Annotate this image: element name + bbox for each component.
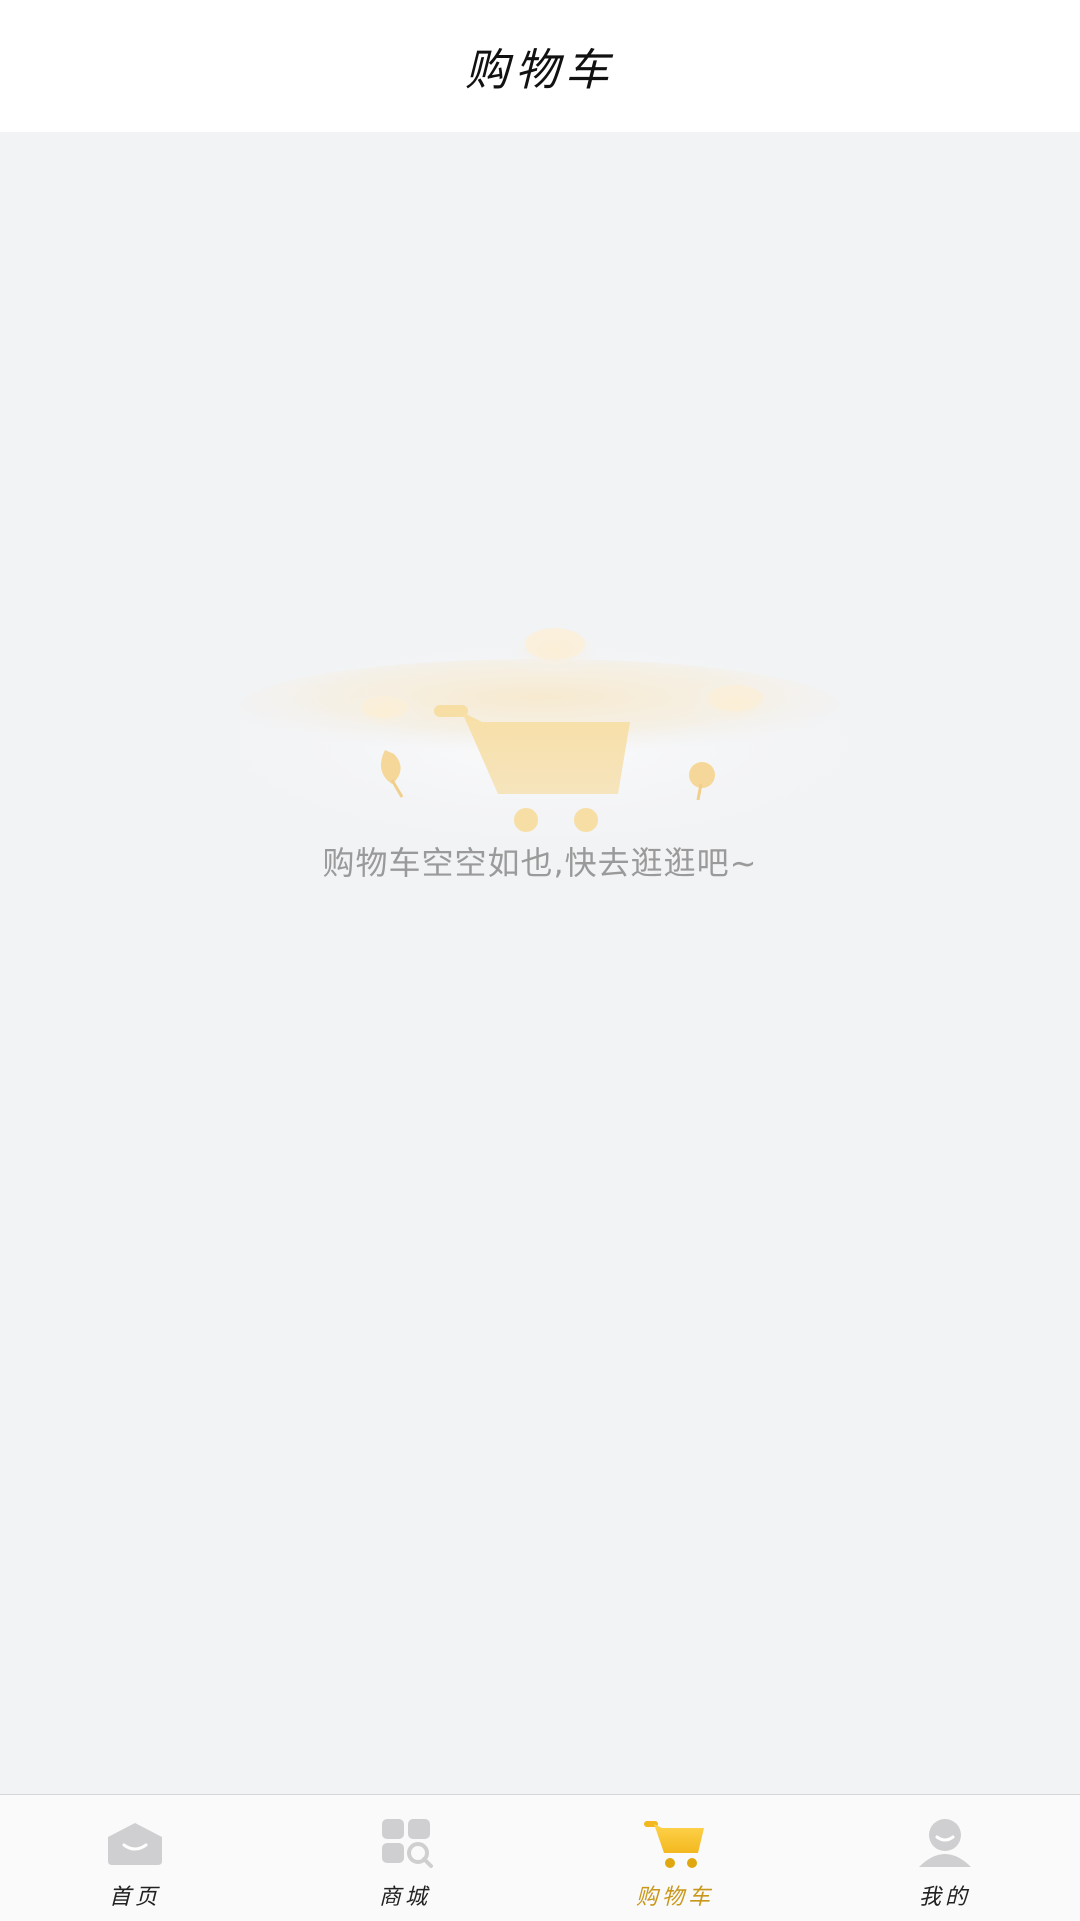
top-header: 购物车	[0, 0, 1080, 132]
bottom-tab-bar: 首页 商城 购物车 我的	[0, 1794, 1080, 1921]
tab-label: 首页	[108, 1885, 161, 1910]
tab-label: 我的	[918, 1885, 971, 1910]
cloud-icon	[507, 624, 603, 676]
cart-content[interactable]: 购物车空空如也,快去逛逛吧~	[0, 132, 1080, 1794]
tab-label: 商城	[378, 1885, 431, 1910]
cloud-icon	[345, 692, 425, 732]
app-root: 购物车 购物车空空如也,快去逛逛吧~ 首页 商城 购物车 我的	[0, 0, 1080, 1921]
tab-profile[interactable]: 我的	[810, 1795, 1080, 1921]
cloud-icon	[689, 680, 781, 728]
tab-mall[interactable]: 商城	[270, 1795, 540, 1921]
cart-icon	[644, 1821, 704, 1868]
profile-icon	[919, 1819, 971, 1867]
tab-home[interactable]: 首页	[0, 1795, 270, 1921]
mall-icon	[382, 1819, 433, 1868]
page-title: 购物车	[465, 45, 615, 96]
empty-cart-message: 购物车空空如也,快去逛逛吧~	[322, 844, 758, 882]
tab-cart[interactable]: 购物车	[540, 1795, 810, 1921]
home-icon	[108, 1823, 162, 1865]
tab-label: 购物车	[635, 1885, 714, 1910]
